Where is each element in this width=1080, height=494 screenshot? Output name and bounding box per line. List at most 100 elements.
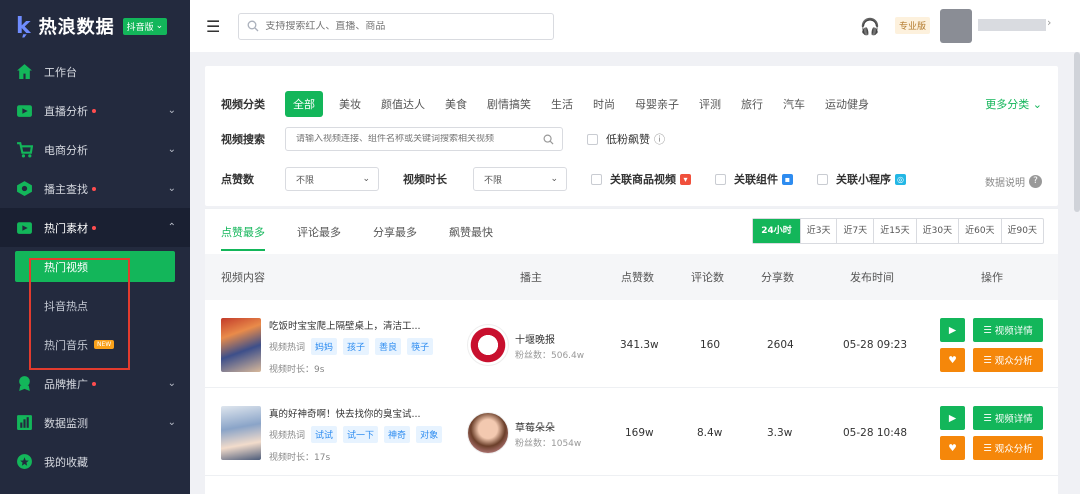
headset-icon[interactable]: 🎧 xyxy=(860,17,880,36)
live-icon xyxy=(14,102,34,120)
menu-toggle-icon[interactable]: ☰ xyxy=(206,17,220,36)
sidebar-item-anchor-search[interactable]: 播主查找 ⌄ xyxy=(0,169,190,208)
miniapp-checkbox[interactable]: 关联小程序 ◎ xyxy=(817,171,906,187)
video-detail-button[interactable]: ☰ 视频详情 xyxy=(973,318,1043,342)
category-item[interactable]: 时尚 xyxy=(593,96,615,112)
author-avatar[interactable] xyxy=(467,324,509,366)
video-title[interactable]: 真的好神奇啊！快去找你的臭宝试... xyxy=(269,406,421,420)
author-name[interactable]: 草莓朵朵 xyxy=(515,419,555,434)
tab-most-shares[interactable]: 分享最多 xyxy=(373,224,417,240)
checkbox[interactable] xyxy=(715,173,726,185)
version-badge[interactable]: 抖音版 ⌄ xyxy=(122,17,168,35)
cart-icon xyxy=(14,141,34,159)
hot-word-tag[interactable]: 神奇 xyxy=(384,426,411,443)
period-7d[interactable]: 近7天 xyxy=(837,219,875,243)
audience-icon-button[interactable]: ♥ xyxy=(940,436,965,460)
category-item[interactable]: 汽车 xyxy=(783,96,805,112)
component-icon: ▪ xyxy=(782,173,793,185)
play-button[interactable]: ▶ xyxy=(940,406,965,430)
period-3d[interactable]: 近3天 xyxy=(801,219,838,243)
new-dot xyxy=(92,225,96,230)
hot-word-tag[interactable]: 试一下 xyxy=(343,426,379,443)
category-item[interactable]: 生活 xyxy=(551,96,573,112)
tab-fastest-rising[interactable]: 飙赞最快 xyxy=(449,224,493,240)
global-search[interactable] xyxy=(238,12,555,40)
video-thumbnail[interactable] xyxy=(221,406,261,460)
question-icon: ? xyxy=(1029,175,1042,188)
category-item[interactable]: 旅行 xyxy=(741,96,763,112)
sidebar-item-monitor[interactable]: 数据监测 ⌄ xyxy=(0,403,190,442)
video-search-input[interactable] xyxy=(296,134,536,144)
scrollbar[interactable] xyxy=(1074,52,1080,212)
period-15d[interactable]: 近15天 xyxy=(874,219,917,243)
period-60d[interactable]: 近60天 xyxy=(959,219,1002,243)
data-help-link[interactable]: 数据说明? xyxy=(985,174,1042,189)
checkbox[interactable] xyxy=(591,173,602,185)
table-row[interactable]: 真的好神奇啊！快去找你的臭宝试... 视频热词 试试 试一下 神奇 对象 视频时… xyxy=(205,388,1058,476)
period-30d[interactable]: 近30天 xyxy=(917,219,960,243)
hot-word-tag[interactable]: 筷子 xyxy=(407,338,434,355)
audience-analysis-button[interactable]: ☰ 观众分析 xyxy=(973,436,1043,460)
logo[interactable]: ķ 热浪数据 抖音版 ⌄ xyxy=(0,0,190,52)
filter-panel: 视频分类 全部 美妆 颜值达人 美食 剧情搞笑 生活 时尚 母婴亲子 评测 旅行… xyxy=(205,66,1058,206)
play-icon: ▶ xyxy=(948,412,957,424)
chevron-down-icon: ⌄ xyxy=(550,174,558,184)
anchor-icon xyxy=(14,180,34,198)
hot-word-tag[interactable]: 善良 xyxy=(375,338,402,355)
category-item[interactable]: 运动健身 xyxy=(825,96,869,112)
help-icon[interactable]: ⓘ xyxy=(654,131,665,147)
more-categories-link[interactable]: 更多分类 ⌄ xyxy=(985,96,1042,112)
audience-analysis-button[interactable]: ☰ 观众分析 xyxy=(973,348,1043,372)
goods-icon: ▾ xyxy=(680,173,691,185)
sidebar-item-workbench[interactable]: 工作台 xyxy=(0,52,190,91)
sidebar-item-ecommerce[interactable]: 电商分析 ⌄ xyxy=(0,130,190,169)
audience-icon-button[interactable]: ♥ xyxy=(940,348,965,372)
category-item[interactable]: 美食 xyxy=(445,96,467,112)
video-duration: 视频时长：17s xyxy=(269,453,331,463)
sidebar-item-hot-material[interactable]: 热门素材 ⌃ xyxy=(0,208,190,247)
sidebar-item-favorites[interactable]: 我的收藏 xyxy=(0,442,190,481)
checkbox[interactable] xyxy=(587,133,598,145)
hot-word-tag[interactable]: 孩子 xyxy=(343,338,370,355)
tab-most-comments[interactable]: 评论最多 xyxy=(297,224,341,240)
category-item[interactable]: 剧情搞笑 xyxy=(487,96,531,112)
category-row: 视频分类 全部 美妆 颜值达人 美食 剧情搞笑 生活 时尚 母婴亲子 评测 旅行… xyxy=(221,91,889,117)
avatar[interactable] xyxy=(940,9,972,43)
hot-word-tag[interactable]: 试试 xyxy=(311,426,338,443)
category-all[interactable]: 全部 xyxy=(285,91,323,117)
video-search[interactable] xyxy=(285,127,563,151)
component-checkbox[interactable]: 关联组件 ▪ xyxy=(715,171,793,187)
likes-select[interactable]: 不限 ⌄ xyxy=(285,167,379,191)
checkbox[interactable] xyxy=(817,173,828,185)
tab-underline xyxy=(221,249,265,251)
chevron-right-icon[interactable]: › xyxy=(1047,16,1051,29)
tab-most-likes[interactable]: 点赞最多 xyxy=(221,224,265,240)
video-detail-button[interactable]: ☰ 视频详情 xyxy=(973,406,1043,430)
category-item[interactable]: 评测 xyxy=(699,96,721,112)
video-title[interactable]: 吃饭时宝宝爬上隔壁桌上，清洁工... xyxy=(269,318,421,332)
search-icon[interactable] xyxy=(543,134,554,145)
sidebar-item-live[interactable]: 直播分析 ⌄ xyxy=(0,91,190,130)
goods-video-checkbox[interactable]: 关联商品视频 ▾ xyxy=(591,171,691,187)
category-item[interactable]: 母婴亲子 xyxy=(635,96,679,112)
video-table: 视频内容 播主 点赞数 评论数 分享数 发布时间 操作 吃饭时宝宝爬上隔壁桌上，… xyxy=(205,254,1058,494)
chevron-down-icon: ⌄ xyxy=(167,417,176,428)
play-button[interactable]: ▶ xyxy=(940,318,965,342)
hot-word-tag[interactable]: 妈妈 xyxy=(311,338,338,355)
video-thumbnail[interactable] xyxy=(221,318,261,372)
category-item[interactable]: 美妆 xyxy=(339,96,361,112)
hot-word-tag[interactable]: 对象 xyxy=(416,426,443,443)
username[interactable] xyxy=(978,19,1046,31)
heart-icon: ♥ xyxy=(948,442,957,454)
likes-value: 341.3w xyxy=(620,339,659,351)
global-search-input[interactable] xyxy=(265,20,546,32)
period-24h[interactable]: 24小时 xyxy=(753,219,801,243)
table-row[interactable]: 吃饭时宝宝爬上隔壁桌上，清洁工... 视频热词 妈妈 孩子 善良 筷子 视频时长… xyxy=(205,300,1058,388)
author-name[interactable]: 十堰晚报 xyxy=(515,331,555,346)
low-fans-checkbox[interactable]: 低粉飙赞 ⓘ xyxy=(587,131,665,147)
category-item[interactable]: 颜值达人 xyxy=(381,96,425,112)
sidebar-item-label: 品牌推广 xyxy=(44,377,88,391)
period-90d[interactable]: 近90天 xyxy=(1002,219,1043,243)
author-avatar[interactable] xyxy=(467,412,509,454)
duration-select[interactable]: 不限 ⌄ xyxy=(473,167,567,191)
